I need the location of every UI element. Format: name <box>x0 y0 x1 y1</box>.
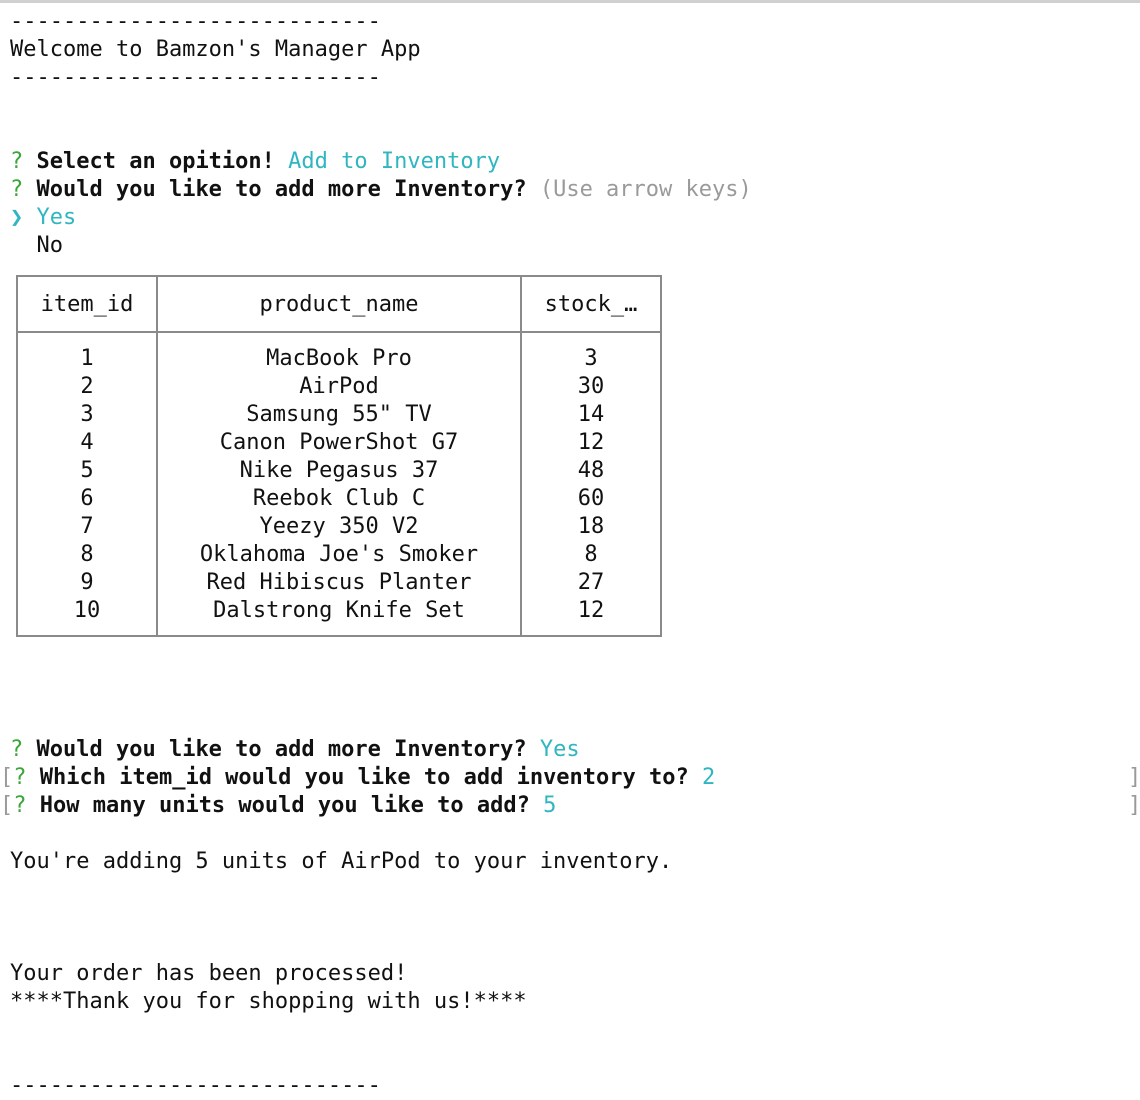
stock-column: 3 30 14 12 48 60 18 8 27 12 <box>522 333 660 635</box>
prompt-select-option: ? Select an opition! Add to Inventory <box>10 148 500 176</box>
prompt-answer: Yes <box>539 737 580 762</box>
table-cell-product-name: Yeezy 350 V2 <box>259 514 419 539</box>
table-cell-stock: 14 <box>577 402 605 427</box>
choice-no[interactable]: No <box>10 232 64 260</box>
table-cell-stock: 8 <box>584 542 598 567</box>
table-cell-stock: 60 <box>577 486 605 511</box>
column-header-product-name: product_name <box>157 276 522 333</box>
prompt-question: Which item_id would you like to add inve… <box>39 765 689 790</box>
table-cell-stock: 12 <box>577 430 605 455</box>
table-cell-stock: 27 <box>577 570 605 595</box>
table-body: 1 2 3 4 5 6 7 8 9 10 MacBook Pro AirPod Samsung 55"… <box>17 332 661 636</box>
header-rule-bottom: ---------------------------- <box>10 65 381 90</box>
table-cell-product-name: Reebok Club C <box>252 486 426 511</box>
table-cell-stock: 48 <box>577 458 605 483</box>
footer-rule: ---------------------------- <box>10 1073 381 1098</box>
table-cell-product-name: Nike Pegasus 37 <box>239 458 439 483</box>
bracket-close: ] <box>1128 793 1140 818</box>
pointer-icon: ❯ <box>10 205 24 230</box>
table-cell-item-id: 2 <box>80 374 94 399</box>
item-id-column: 1 2 3 4 5 6 7 8 9 10 <box>18 333 156 635</box>
question-mark-icon: ? <box>10 177 24 202</box>
question-mark-icon: ? <box>13 765 27 790</box>
table-cell-product-name: Dalstrong Knife Set <box>213 598 465 623</box>
table-cell-product-name: Canon PowerShot G7 <box>219 430 459 455</box>
bracket-close: ] <box>1128 765 1140 790</box>
prompt-question: Would you like to add more Inventory? <box>36 177 527 202</box>
prompt-add-more: ? Would you like to add more Inventory? … <box>10 176 752 204</box>
prompt-item-id: [? Which item_id would you like to add i… <box>0 764 715 792</box>
question-mark-icon: ? <box>10 737 24 762</box>
table-cell-stock: 18 <box>577 514 605 539</box>
prompt-question: How many units would you like to add? <box>39 793 530 818</box>
thank-you-message: ****Thank you for shopping with us!**** <box>10 989 527 1014</box>
prompt-answer: Add to Inventory <box>288 149 501 174</box>
table-cell-product-name: Oklahoma Joe's Smoker <box>199 542 479 567</box>
table-header-row: item_id product_name stock_… <box>17 276 661 333</box>
table-cell-stock: 30 <box>577 374 605 399</box>
question-mark-icon: ? <box>13 793 27 818</box>
table-cell-stock: 12 <box>577 598 605 623</box>
prompt-answer: 5 <box>543 793 557 818</box>
product-name-column: MacBook Pro AirPod Samsung 55" TV Canon Pow… <box>158 333 520 635</box>
column-header-item-id: item_id <box>17 276 158 333</box>
prompt-answer: 2 <box>702 765 716 790</box>
bracket-open: [ <box>0 765 14 790</box>
choice-yes-label: Yes <box>36 205 77 230</box>
prompt-question: Select an opition! <box>36 149 275 174</box>
table-cell-item-id: 1 <box>80 346 94 371</box>
prompt-units: [? How many units would you like to add?… <box>0 792 556 820</box>
table-cell-item-id: 10 <box>73 598 101 623</box>
choice-yes[interactable]: ❯ Yes <box>10 204 76 232</box>
table-cell-stock: 3 <box>584 346 598 371</box>
bracket-open: [ <box>0 793 14 818</box>
table-cell-item-id: 5 <box>80 458 94 483</box>
prompt-question: Would you like to add more Inventory? <box>36 737 527 762</box>
inventory-table: item_id product_name stock_… 1 2 3 4 5 6 7 8 9 10… <box>16 275 662 637</box>
table-cell-product-name: Red Hibiscus Planter <box>206 570 472 595</box>
table-cell-item-id: 9 <box>80 570 94 595</box>
header-rule-top: ---------------------------- <box>10 9 381 34</box>
adding-message: You're adding 5 units of AirPod to your … <box>10 849 673 874</box>
table-cell-product-name: MacBook Pro <box>266 346 412 371</box>
column-header-stock: stock_… <box>521 276 661 333</box>
table-cell-item-id: 7 <box>80 514 94 539</box>
table-cell-item-id: 6 <box>80 486 94 511</box>
table-cell-item-id: 4 <box>80 430 94 455</box>
question-mark-icon: ? <box>10 149 24 174</box>
prompt-hint: (Use arrow keys) <box>539 177 752 202</box>
processed-message: Your order has been processed! <box>10 961 408 986</box>
table-cell-item-id: 8 <box>80 542 94 567</box>
choice-no-label: No <box>36 233 64 258</box>
table-cell-product-name: AirPod <box>299 374 379 399</box>
prompt-add-more-answered: ? Would you like to add more Inventory? … <box>10 736 580 764</box>
window-top-border <box>0 0 1140 3</box>
table-cell-product-name: Samsung 55" TV <box>246 402 432 427</box>
table-cell-item-id: 3 <box>80 402 94 427</box>
app-title: Welcome to Bamzon's Manager App <box>10 37 421 62</box>
